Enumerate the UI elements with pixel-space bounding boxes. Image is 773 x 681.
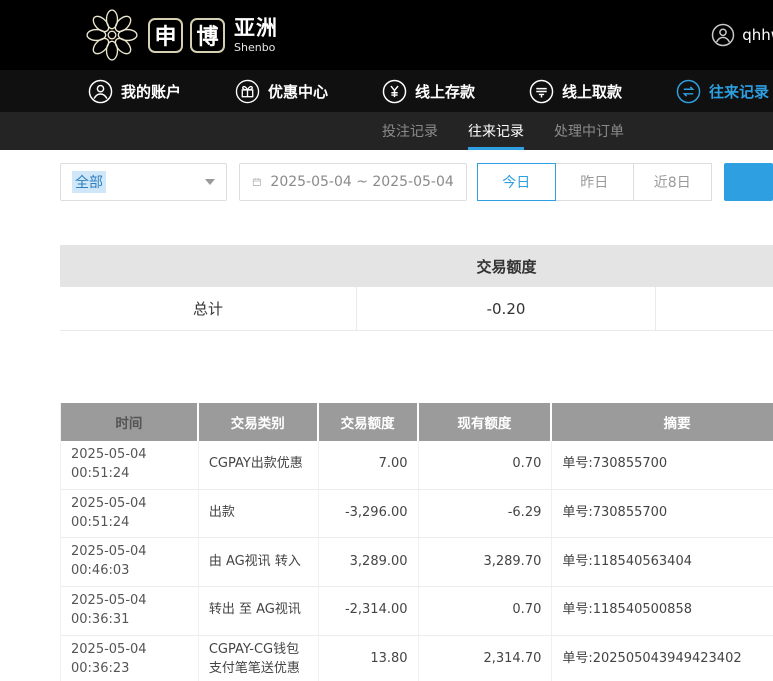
nav-item-promotions[interactable]: 优惠中心	[235, 79, 328, 104]
cell-balance: 0.70	[419, 441, 553, 489]
user-account[interactable]: qhhw	[711, 23, 773, 47]
transfer-records-icon	[676, 79, 701, 103]
summary-header-spacer	[656, 245, 773, 287]
tab-transfer-records[interactable]: 往来记录	[468, 112, 524, 150]
quick-range-yesterday-button[interactable]: 昨日	[554, 163, 634, 201]
summary-header-spacer	[60, 245, 357, 287]
tab-betting-records[interactable]: 投注记录	[382, 112, 438, 150]
sub-nav: 投注记录 往来记录 处理中订单	[0, 112, 773, 150]
cell-time: 2025-05-04 00:46:03	[61, 538, 199, 587]
cell-summary: 单号:118540563404	[562, 553, 692, 569]
cell-amount: 3,289.00	[319, 538, 419, 587]
cell-amount: -2,314.00	[319, 587, 419, 635]
transactions-body: 2025-05-04 00:51:24 CGPAY出款优惠 7.00 0.70 单号:7…	[61, 441, 773, 681]
summary-total-value: -0.20	[357, 287, 656, 330]
main-nav: 我的账户 优惠中心 线上存款 线上取款 往来记录	[0, 70, 773, 112]
cell-time: 2025-05-04 00:51:24	[61, 489, 199, 538]
brand-wordmark: 亚洲 Shenbo	[234, 15, 278, 54]
tab-processing-orders[interactable]: 处理中订单	[554, 112, 624, 150]
nav-label: 我的账户	[121, 82, 182, 101]
column-header-time: 时间	[61, 403, 199, 441]
nav-label: 往来记录	[708, 82, 769, 101]
cell-type: CGPAY-CG钱包支付笔笔送优惠	[199, 635, 319, 681]
deposit-icon	[382, 79, 407, 103]
cell-time: 2025-05-04 00:36:31	[61, 587, 199, 635]
table-row: 2025-05-04 00:46:03 由 AG视讯 转入 3,289.00 3,28…	[61, 538, 773, 588]
column-header-balance: 现有额度	[419, 403, 553, 441]
cell-type: CGPAY出款优惠	[199, 441, 319, 489]
table-row: 2025-05-04 00:36:31 转出 至 AG视讯 -2,314.00 0.7…	[61, 587, 773, 636]
cell-time: 2025-05-04 00:51:24	[61, 441, 199, 489]
calendar-icon	[252, 178, 261, 186]
summary-empty-cell	[656, 287, 773, 330]
cell-type: 出款	[199, 489, 319, 538]
cell-amount: 13.80	[319, 635, 419, 681]
filter-bar: 全部 2025-05-04 ~ 2025-05-04 今日 昨日 近8日	[60, 163, 773, 201]
cell-type: 由 AG视讯 转入	[199, 538, 319, 587]
type-dropdown-value: 全部	[72, 171, 106, 193]
nav-label: 线上存款	[414, 82, 475, 101]
brand-char-1: 申	[148, 17, 183, 53]
withdraw-icon	[529, 79, 554, 103]
nav-label: 优惠中心	[267, 82, 328, 101]
username: qhhw	[742, 26, 773, 44]
brand-char-2: 博	[190, 17, 225, 53]
cell-balance: -6.29	[419, 489, 553, 538]
cell-type: 转出 至 AG视讯	[199, 587, 319, 635]
column-header-type: 交易类别	[199, 403, 319, 441]
summary-table: 交易额度 总计 -0.20	[60, 245, 773, 331]
user-icon	[88, 79, 113, 103]
quick-range-today-button[interactable]: 今日	[476, 163, 556, 201]
cell-balance: 3,289.70	[419, 538, 553, 587]
search-button[interactable]	[723, 163, 773, 201]
summary-header-row: 交易额度	[60, 245, 773, 287]
brand-logo[interactable]: 申 博 亚洲 Shenbo	[85, 8, 278, 62]
nav-item-deposit[interactable]: 线上存款	[382, 79, 475, 104]
cell-summary: 单号:202505043949423402	[562, 651, 742, 667]
cell-summary: 单号:118540500858	[562, 602, 692, 618]
top-header: 申 博 亚洲 Shenbo qhhw	[0, 0, 773, 70]
nav-item-withdraw[interactable]: 线上取款	[529, 79, 622, 104]
summary-header-label: 交易额度	[476, 257, 537, 276]
nav-item-my-account[interactable]: 我的账户	[88, 79, 181, 104]
cell-amount: 7.00	[319, 441, 419, 489]
nav-item-transfer-records[interactable]: 往来记录	[676, 79, 769, 104]
transactions-header-row: 时间 交易类别 交易额度 现有额度 摘要	[61, 403, 773, 441]
quick-range-group: 今日 昨日 近8日	[476, 163, 712, 201]
page: 申 博 亚洲 Shenbo qhhw 我的账户	[0, 0, 773, 681]
table-row: 2025-05-04 00:36:23 CGPAY-CG钱包支付笔笔送优惠 13.8…	[61, 635, 773, 681]
gift-icon	[235, 79, 260, 103]
table-row: 2025-05-04 00:51:24 CGPAY出款优惠 7.00 0.70 单号:7…	[61, 441, 773, 490]
brand-region: 亚洲	[234, 15, 278, 40]
summary-total-row: 总计 -0.20	[60, 287, 773, 331]
type-dropdown[interactable]: 全部	[60, 163, 227, 201]
cell-balance: 2,314.70	[419, 635, 553, 681]
user-avatar-icon	[711, 23, 735, 47]
date-range-value: 2025-05-04 ~ 2025-05-04	[270, 174, 454, 190]
cell-summary: 单号:730855700	[562, 505, 668, 521]
date-range-picker[interactable]: 2025-05-04 ~ 2025-05-04	[238, 163, 467, 201]
nav-label: 线上取款	[561, 82, 622, 101]
flower-logo-icon	[86, 9, 138, 61]
cell-balance: 0.70	[419, 587, 553, 635]
transactions-table: 时间 交易类别 交易额度 现有额度 摘要 2025-05-04 00:51:24…	[60, 403, 773, 681]
column-header-summary: 摘要	[663, 416, 691, 432]
quick-range-8days-button[interactable]: 近8日	[632, 163, 712, 201]
column-header-amount: 交易额度	[319, 403, 419, 441]
table-row: 2025-05-04 00:51:24 出款 -3,296.00 -6.29 单号:73…	[61, 489, 773, 539]
cell-time: 2025-05-04 00:36:23	[61, 635, 199, 681]
cell-amount: -3,296.00	[319, 489, 419, 538]
summary-total-label: 总计	[60, 287, 357, 330]
brand-subtitle: Shenbo	[234, 40, 276, 54]
chevron-down-icon	[204, 179, 215, 185]
cell-summary: 单号:730855700	[562, 456, 668, 472]
